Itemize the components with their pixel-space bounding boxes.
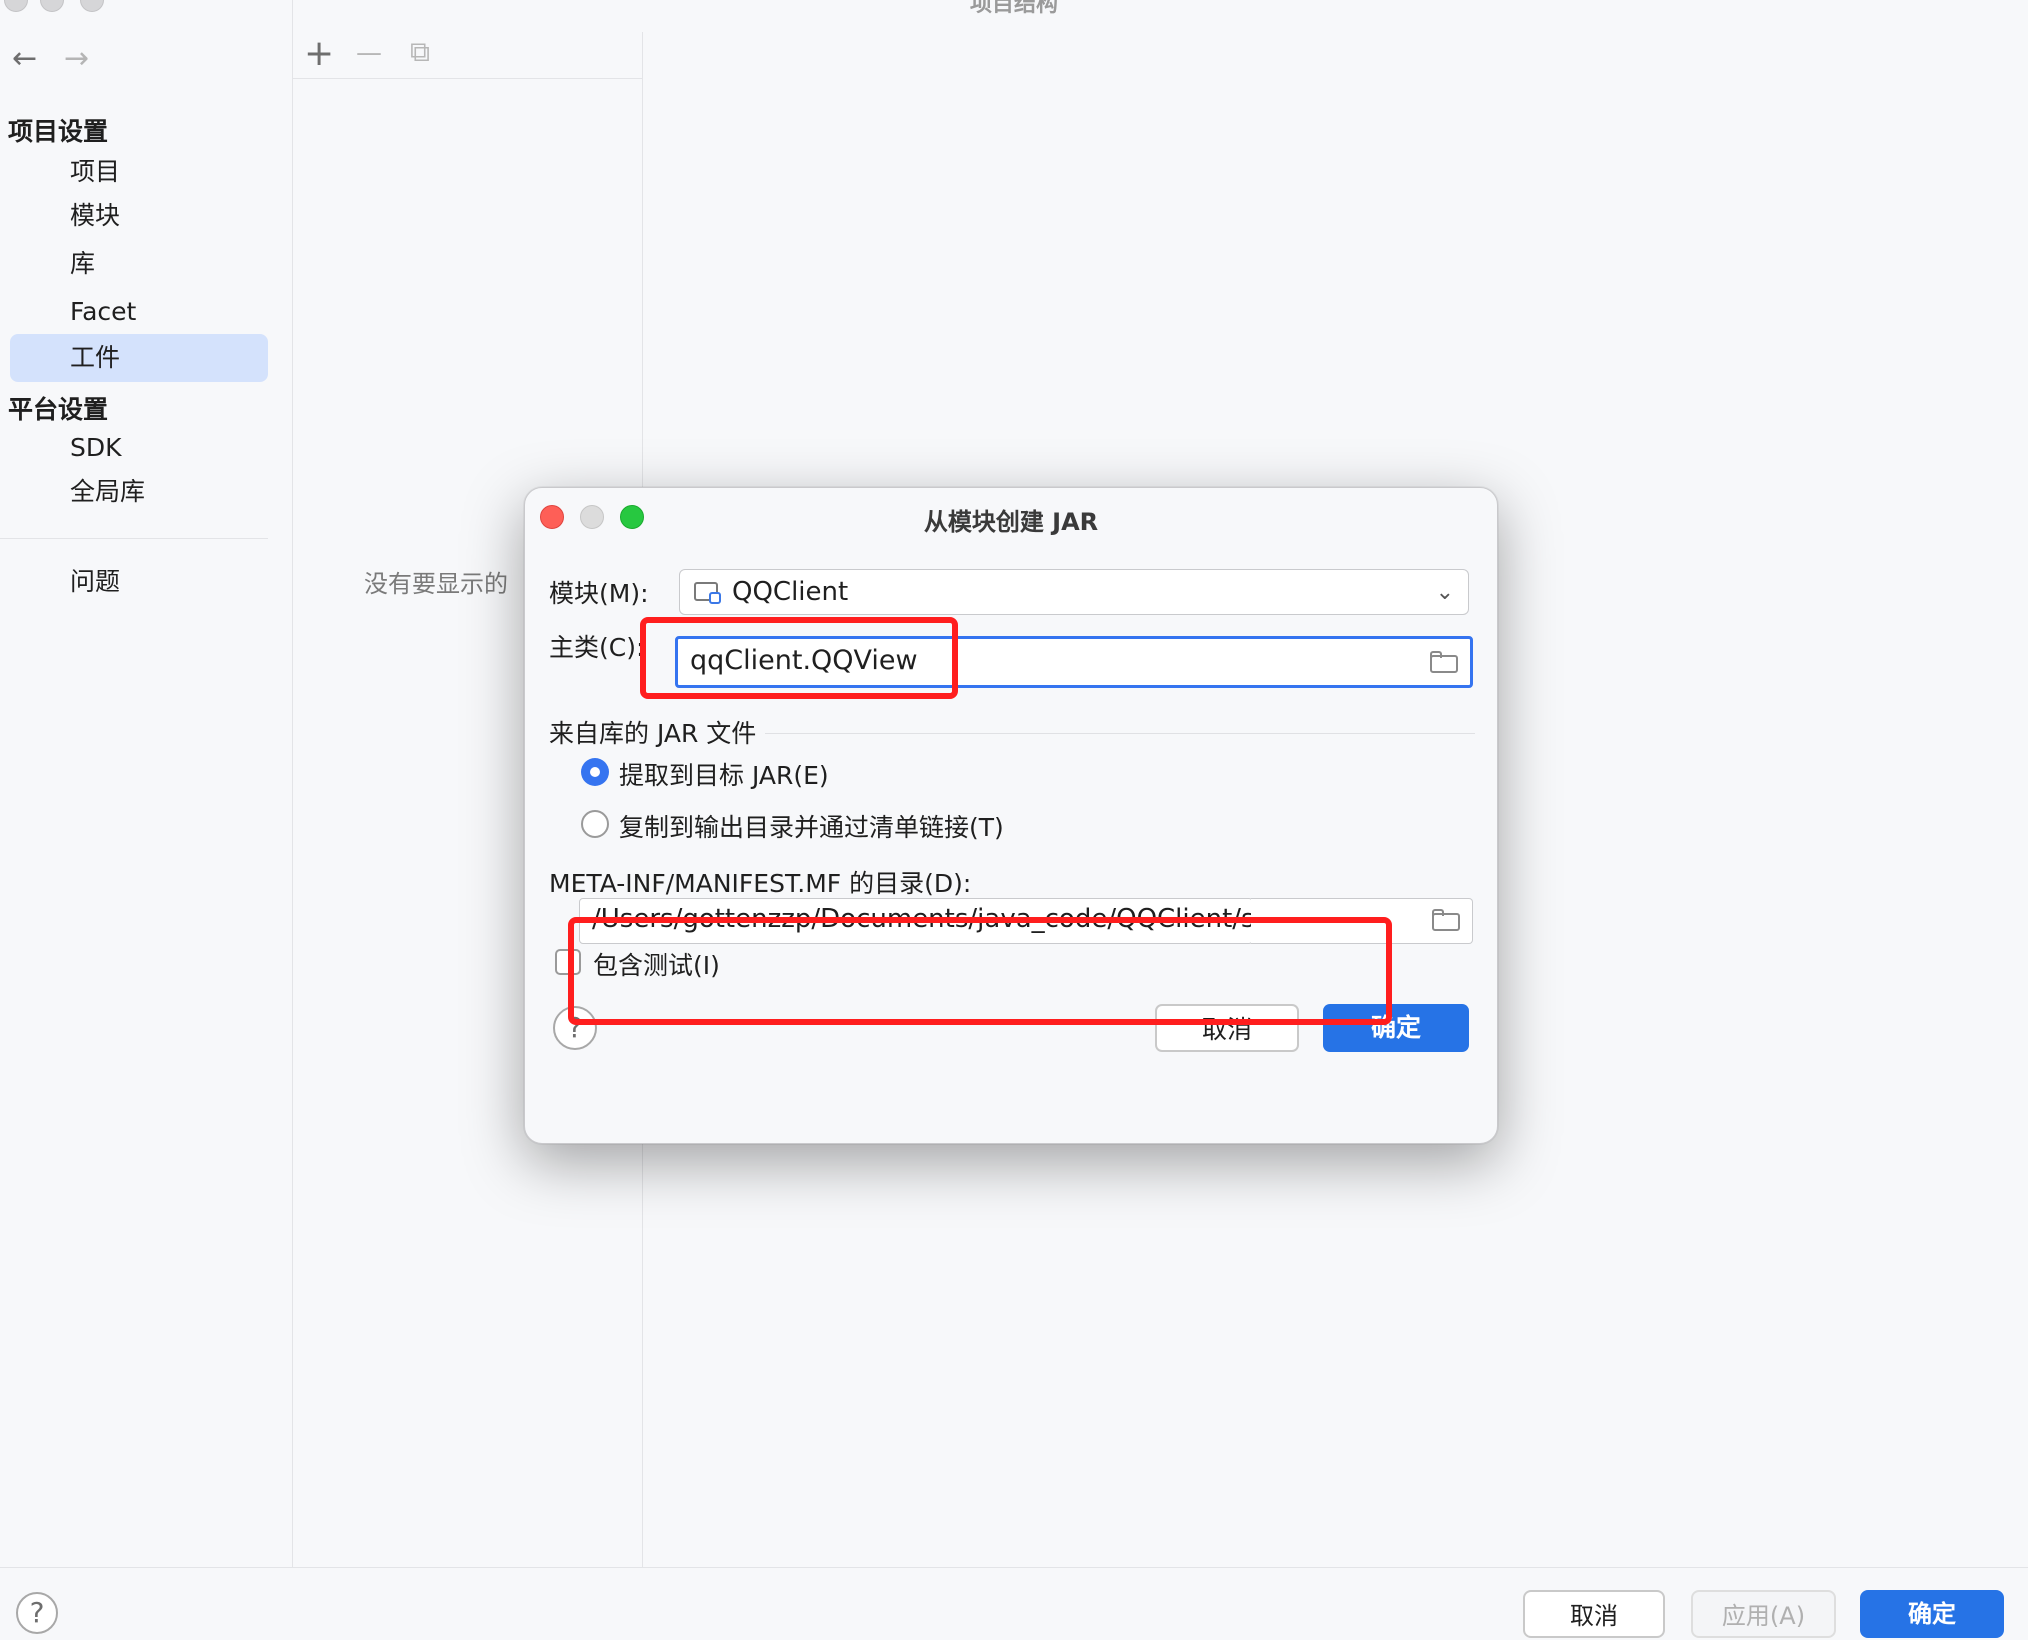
module-badge-icon [709, 592, 721, 604]
radio-copy[interactable] [581, 810, 609, 838]
platform-settings-header: 平台设置 [8, 395, 109, 424]
sidebar-item-problems[interactable]: 问题 [10, 558, 268, 606]
sidebar-item-label: 工件 [70, 343, 121, 372]
ok-button[interactable]: 确定 [1860, 1590, 2004, 1638]
module-value: QQClient [732, 577, 849, 607]
ok-button[interactable]: 确定 [1323, 1004, 1469, 1052]
radio-copy-label[interactable]: 复制到输出目录并通过清单链接(T) [619, 808, 1004, 844]
remove-icon[interactable]: — [356, 40, 382, 66]
radio-extract-label[interactable]: 提取到目标 JAR(E) [619, 756, 829, 792]
chevron-down-icon: ⌄ [1435, 580, 1454, 605]
sidebar-item-artifacts[interactable]: 工件 [10, 334, 268, 382]
module-label: 模块(M): [549, 579, 649, 608]
folder-icon[interactable] [1430, 651, 1458, 673]
sidebar-item-project[interactable]: 项目 [10, 148, 268, 196]
cancel-button[interactable]: 取消 [1523, 1590, 1665, 1638]
toolbar-divider [293, 78, 642, 79]
help-icon[interactable]: ? [16, 1592, 58, 1634]
sidebar-item-libraries[interactable]: 库 [10, 240, 268, 288]
folder-icon[interactable] [1432, 909, 1460, 931]
sidebar-item-label: 项目 [70, 157, 121, 186]
sidebar-item-global-libraries[interactable]: 全局库 [10, 468, 268, 516]
forward-arrow-icon[interactable]: → [64, 44, 89, 74]
manifest-dir-field[interactable]: /Users/gottenzzp/Documents/java_code/QQC… [579, 898, 1279, 944]
include-tests-label[interactable]: 包含测试(I) [593, 946, 720, 982]
sidebar-divider [292, 0, 293, 1568]
sidebar-item-modules[interactable]: 模块 [10, 192, 268, 240]
sidebar-item-label: Facet [70, 297, 137, 326]
window-title: 项目结构 [969, 0, 1058, 17]
help-icon[interactable]: ? [553, 1006, 597, 1050]
bottom-divider [0, 1567, 2028, 1568]
sidebar-item-label: 模块 [70, 201, 121, 230]
dialog-title: 从模块创建 JAR [923, 508, 1099, 536]
manifest-label: META-INF/MANIFEST.MF 的目录(D): [549, 869, 972, 898]
include-tests-checkbox[interactable] [555, 949, 581, 975]
copy-icon[interactable]: ⧉ [410, 38, 430, 66]
cancel-button[interactable]: 取消 [1155, 1004, 1299, 1052]
manifest-folder-field-end[interactable] [1251, 898, 1473, 944]
manifest-dir-value: /Users/gottenzzp/Documents/java_code/QQC… [592, 904, 1280, 934]
sidebar-item-label: 全局库 [70, 477, 146, 506]
module-select[interactable]: QQClient ⌄ [679, 569, 1469, 615]
sidebar-item-label: 库 [70, 249, 96, 278]
main-class-label: 主类(C): [549, 633, 645, 662]
radio-extract[interactable] [581, 758, 609, 786]
empty-message: 没有要显示的 [364, 570, 508, 598]
add-icon[interactable]: + [304, 36, 334, 72]
create-jar-dialog: 从模块创建 JAR 模块(M): QQClient ⌄ 主类(C): qqCli… [524, 487, 1498, 1144]
sidebar-item-sdk[interactable]: SDK [10, 424, 268, 472]
sidebar-separator [0, 538, 268, 539]
main-class-value: qqClient.QQView [690, 645, 918, 676]
apply-button[interactable]: 应用(A) [1691, 1590, 1836, 1638]
sidebar-item-label: 问题 [70, 567, 121, 596]
project-settings-header: 项目设置 [8, 117, 109, 146]
jar-group-separator [765, 733, 1475, 734]
back-arrow-icon[interactable]: ← [12, 44, 37, 74]
jar-group-label: 来自库的 JAR 文件 [549, 719, 757, 748]
sidebar-item-label: SDK [70, 433, 122, 462]
sidebar-item-facets[interactable]: Facet [10, 288, 268, 336]
main-class-field[interactable]: qqClient.QQView [675, 636, 1473, 688]
